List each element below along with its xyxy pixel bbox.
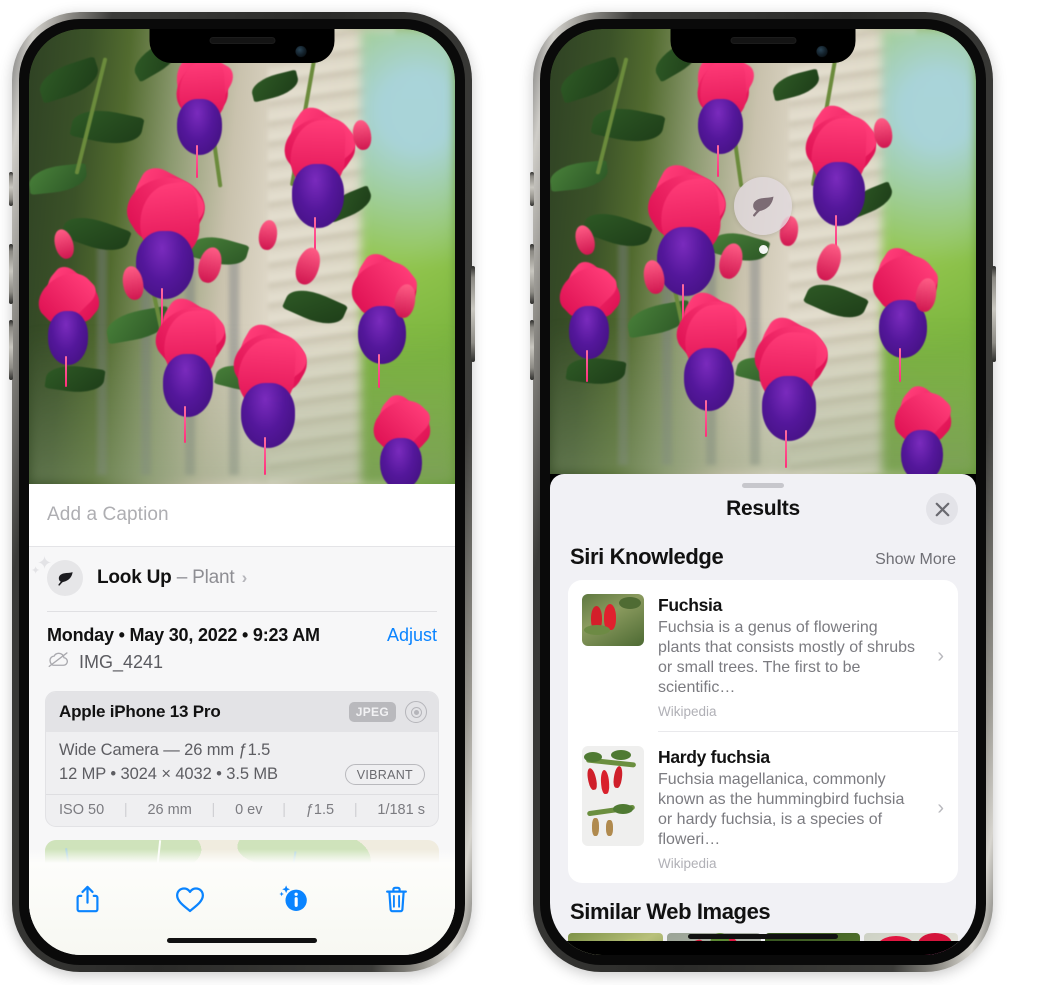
- power-button[interactable]: [471, 266, 475, 362]
- info-button[interactable]: [272, 877, 316, 921]
- leaf-icon: ✦ ✦: [31, 554, 83, 596]
- results-header: Results: [550, 488, 976, 530]
- photo-filename: IMG_4241: [79, 651, 164, 672]
- lens-info: Wide Camera — 26 mm ƒ1.5: [59, 741, 271, 759]
- result-source: Wikipedia: [658, 704, 717, 719]
- camera-info-card: Apple iPhone 13 Pro JPEG Wide Camera — 2…: [45, 691, 439, 827]
- notch: [149, 29, 335, 63]
- icloud-slash-icon: [47, 651, 70, 673]
- volume-up-button[interactable]: [9, 244, 13, 304]
- bottom-toolbar: [29, 863, 455, 955]
- exif-row: ISO 50 | 26 mm | 0 ev | ƒ1.5 | 1/181 s: [46, 794, 438, 826]
- image-specs: 12 MP • 3024 × 4032 • 3.5 MB: [59, 765, 278, 783]
- visual-lookup-pin[interactable]: [734, 177, 792, 254]
- look-up-plant-row[interactable]: ✦ ✦ Look Up – Plant ›: [29, 547, 455, 611]
- result-title: Hardy fuchsia: [658, 747, 770, 767]
- phone-bezel-left: Add a Caption ✦ ✦ Look Up – Plant › Mond…: [19, 19, 465, 965]
- silent-switch[interactable]: [9, 172, 13, 206]
- photo-metadata: Monday • May 30, 2022 • 9:23 AM Adjust I…: [29, 612, 455, 683]
- phone-right: Results Siri Knowledge Show More Fuchsia…: [530, 12, 996, 972]
- caption-placeholder[interactable]: Add a Caption: [47, 504, 169, 526]
- siri-knowledge-header: Siri Knowledge Show More: [550, 530, 976, 580]
- result-source: Wikipedia: [658, 856, 717, 871]
- screen-right: Results Siri Knowledge Show More Fuchsia…: [550, 29, 976, 955]
- exif-separator: |: [123, 802, 128, 818]
- close-icon: [935, 502, 949, 516]
- volume-down-button[interactable]: [9, 320, 13, 380]
- volume-up-button[interactable]: [530, 244, 534, 304]
- show-more-button[interactable]: Show More: [875, 551, 956, 569]
- photo-info-sheet: Add a Caption ✦ ✦ Look Up – Plant › Mond…: [29, 484, 455, 955]
- home-indicator[interactable]: [688, 934, 838, 939]
- chevron-right-icon: ›: [241, 568, 248, 587]
- result-description: Fuchsia magellanica, commonly known as t…: [658, 771, 905, 848]
- phone-left: Add a Caption ✦ ✦ Look Up – Plant › Mond…: [9, 12, 475, 972]
- front-camera-icon: [816, 46, 828, 57]
- exif-aperture: ƒ1.5: [305, 802, 335, 818]
- similar-web-images-title: Similar Web Images: [570, 899, 771, 924]
- result-title: Fuchsia: [658, 595, 723, 615]
- result-thumbnail: [582, 746, 644, 846]
- photo-date: Monday • May 30, 2022 • 9:23 AM: [47, 625, 320, 645]
- phone-bezel-right: Results Siri Knowledge Show More Fuchsia…: [540, 19, 986, 965]
- chevron-right-icon: ›: [937, 645, 944, 667]
- earpiece-speaker: [730, 37, 796, 44]
- fuchsia-photo: [29, 29, 455, 484]
- power-button[interactable]: [992, 266, 996, 362]
- exif-shutter: 1/181 s: [377, 802, 425, 818]
- pin-dot: [758, 245, 768, 254]
- exif-focal: 26 mm: [147, 802, 192, 818]
- delete-button[interactable]: [375, 877, 419, 921]
- chevron-right-icon: ›: [937, 797, 944, 819]
- lookup-title: Look Up: [97, 567, 172, 588]
- siri-knowledge-title: Siri Knowledge: [570, 544, 724, 569]
- result-description: Fuchsia is a genus of flowering plants t…: [658, 619, 915, 696]
- hdr-ring-icon: [405, 701, 427, 723]
- lookup-subject: Plant: [192, 567, 235, 588]
- home-indicator[interactable]: [167, 938, 317, 943]
- exif-separator: |: [282, 802, 287, 818]
- caption-field-row[interactable]: Add a Caption: [29, 484, 455, 546]
- adjust-button[interactable]: Adjust: [387, 625, 437, 646]
- results-sheet: Results Siri Knowledge Show More Fuchsia…: [550, 474, 976, 955]
- notch: [670, 29, 856, 63]
- sparkle-small-icon: ✦: [31, 565, 41, 577]
- earpiece-speaker: [209, 37, 275, 44]
- screen-bottom-edge: [550, 941, 976, 955]
- close-button[interactable]: [926, 493, 958, 525]
- exif-separator: |: [211, 802, 216, 818]
- list-item[interactable]: Hardy fuchsia Fuchsia magellanica, commo…: [568, 732, 958, 883]
- volume-down-button[interactable]: [530, 320, 534, 380]
- photo-viewer[interactable]: [29, 29, 455, 484]
- exif-ev: 0 ev: [235, 802, 263, 818]
- lookup-label: Look Up – Plant ›: [97, 567, 247, 589]
- result-thumbnail: [582, 594, 644, 646]
- leaf-icon: [734, 177, 792, 235]
- share-button[interactable]: [65, 877, 109, 921]
- siri-knowledge-card: Fuchsia Fuchsia is a genus of flowering …: [568, 580, 958, 883]
- photographic-style-badge: VIBRANT: [344, 764, 425, 785]
- front-camera-icon: [295, 46, 307, 57]
- silent-switch[interactable]: [530, 172, 534, 206]
- format-badge: JPEG: [348, 702, 396, 722]
- exif-separator: |: [353, 802, 358, 818]
- exif-iso: ISO 50: [59, 802, 105, 818]
- photo-viewer[interactable]: [550, 29, 976, 474]
- results-title: Results: [726, 497, 800, 520]
- list-item[interactable]: Fuchsia Fuchsia is a genus of flowering …: [568, 580, 958, 731]
- lookup-dash: –: [176, 567, 188, 588]
- camera-device: Apple iPhone 13 Pro: [59, 702, 221, 721]
- screen-left: Add a Caption ✦ ✦ Look Up – Plant › Mond…: [29, 29, 455, 955]
- favorite-button[interactable]: [168, 877, 212, 921]
